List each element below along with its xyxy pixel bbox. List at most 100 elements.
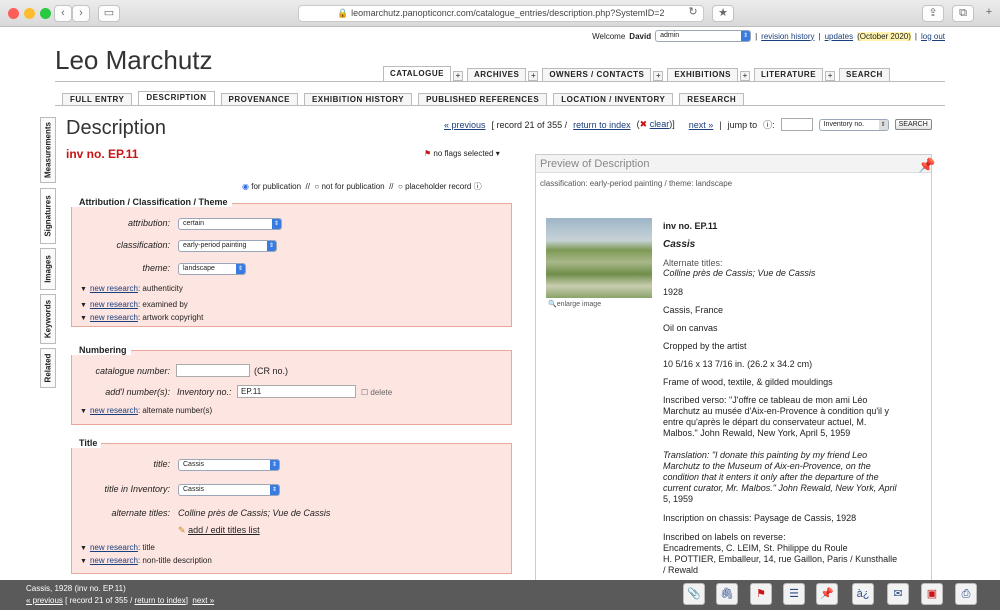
footer-previous-link[interactable]: « previous bbox=[26, 596, 63, 605]
add-edit-titles-button[interactable]: ✎ add / edit titles list bbox=[178, 525, 260, 536]
return-index-link[interactable]: return to index bbox=[573, 120, 631, 130]
cr-label: (CR no.) bbox=[254, 366, 289, 376]
chevron-down-icon: ⇕ bbox=[267, 241, 276, 251]
share-icon[interactable]: ⇪ bbox=[922, 5, 944, 22]
subtab-description[interactable]: DESCRIPTION bbox=[138, 91, 215, 106]
preview-line: current curator, Mr. Malbos." John Rewal… bbox=[663, 483, 897, 493]
plus-icon[interactable]: + bbox=[528, 71, 539, 81]
inventory-no-value: EP.11 bbox=[241, 387, 262, 396]
side-tab-related[interactable]: Related bbox=[40, 348, 56, 388]
preview-line: Frame of wood, textile, & gilded mouldin… bbox=[663, 377, 833, 387]
radio-not-for-publication[interactable]: ○ bbox=[314, 182, 319, 191]
delete-checkbox[interactable]: ☐ delete bbox=[361, 388, 392, 397]
new-research-text: : examined by bbox=[137, 300, 188, 309]
new-research-row: ▼ new research: title bbox=[80, 543, 155, 552]
title-select[interactable]: Cassis ⇕ bbox=[178, 459, 280, 471]
plus-icon[interactable]: + bbox=[653, 71, 664, 81]
clear-link[interactable]: clear bbox=[650, 119, 670, 129]
footer-next-link[interactable]: next » bbox=[192, 596, 214, 605]
pin-icon[interactable]: 📌 bbox=[816, 583, 838, 605]
preview-line: Colline près de Cassis; Vue de Cassis bbox=[663, 268, 816, 278]
side-tab-measurements[interactable]: Measurements bbox=[40, 117, 56, 183]
logout-link[interactable]: log out bbox=[921, 32, 945, 41]
sidebar-icon[interactable]: ▭ bbox=[98, 5, 120, 22]
plus-icon[interactable]: + bbox=[825, 71, 836, 81]
attribution-label: attribution: bbox=[127, 218, 170, 228]
title-inventory-select[interactable]: Cassis ⇕ bbox=[178, 484, 280, 496]
email-icon[interactable]: ✉ bbox=[887, 583, 909, 605]
tab-literature[interactable]: LITERATURE bbox=[753, 68, 824, 81]
footer-return-link[interactable]: return to index bbox=[135, 596, 186, 605]
tab-search[interactable]: SEARCH bbox=[839, 68, 890, 81]
theme-select[interactable]: landscape ⇕ bbox=[178, 263, 246, 275]
new-research-link[interactable]: new research bbox=[90, 284, 138, 293]
placeholder-label: placeholder record bbox=[405, 182, 472, 191]
search-button[interactable]: SEARCH bbox=[894, 119, 932, 130]
forward-button[interactable]: › bbox=[72, 5, 90, 22]
classification-select[interactable]: early-period painting ⇕ bbox=[178, 240, 277, 252]
paperclip-icon[interactable]: 📎 bbox=[683, 583, 705, 605]
alternate-titles-value: Colline près de Cassis; Vue de Cassis bbox=[178, 508, 331, 518]
updates-link[interactable]: updates bbox=[825, 32, 853, 41]
jump-field-select[interactable]: Inventory no. ⇕ bbox=[818, 118, 889, 131]
print-icon[interactable]: ⎙ bbox=[955, 583, 977, 605]
tab-catalogue[interactable]: CATALOGUE bbox=[383, 66, 451, 81]
side-tab-signatures[interactable]: Signatures bbox=[40, 188, 56, 244]
tab-archives[interactable]: ARCHIVES bbox=[466, 68, 527, 81]
lock-icon: 🔒 bbox=[337, 8, 349, 18]
role-value: admin bbox=[660, 32, 680, 39]
preview-line: Marchutz au musée d'Aix-en-Provence à co… bbox=[663, 406, 890, 416]
save-icon[interactable]: ▣ bbox=[921, 583, 943, 605]
attachment-icon[interactable]: 🖇 bbox=[716, 583, 738, 605]
back-button[interactable]: ‹ bbox=[54, 5, 72, 22]
artwork-thumbnail[interactable] bbox=[546, 218, 652, 298]
title-inventory-value: Cassis bbox=[183, 486, 205, 493]
footer-record: [ record 21 of 355 / bbox=[65, 596, 133, 605]
flags-value: no flags selected bbox=[433, 149, 494, 158]
tabs-icon[interactable]: ⧉ bbox=[952, 5, 974, 22]
plus-icon[interactable]: + bbox=[452, 71, 463, 81]
bookmark-star-icon[interactable]: ★ bbox=[712, 5, 734, 22]
role-select[interactable]: admin ⇕ bbox=[655, 30, 752, 42]
divider bbox=[55, 105, 945, 106]
tab-owners-contacts[interactable]: OWNERS / CONTACTS bbox=[542, 68, 652, 81]
radio-placeholder[interactable]: ○ bbox=[398, 182, 403, 191]
catalogue-number-input[interactable] bbox=[176, 364, 250, 377]
new-research-link[interactable]: new research bbox=[90, 406, 138, 415]
radio-for-publication[interactable]: ◉ bbox=[242, 182, 249, 191]
preview-line: Alternate titles: bbox=[663, 258, 723, 268]
new-tab-icon[interactable]: + bbox=[982, 5, 996, 22]
preview-line: 5, 1959 bbox=[663, 494, 694, 504]
previous-link[interactable]: « previous bbox=[444, 120, 486, 130]
x-icon: ✖ bbox=[639, 119, 648, 129]
flags-select[interactable]: ⚑ no flags selected ▾ bbox=[424, 149, 500, 158]
address-bar[interactable]: 🔒 leomarchutz.panopticoncr.com/catalogue… bbox=[298, 5, 704, 22]
new-research-link[interactable]: new research bbox=[90, 556, 138, 565]
revision-history-link[interactable]: revision history bbox=[761, 32, 814, 41]
triangle-down-icon: ▼ bbox=[80, 408, 87, 415]
reload-icon[interactable]: ↻ bbox=[686, 5, 700, 22]
inventory-no-input[interactable]: EP.11 bbox=[237, 385, 356, 398]
help-icon[interactable]: ⓘ bbox=[474, 182, 482, 191]
title-section-title: Title bbox=[71, 438, 102, 448]
help-icon[interactable]: ⓘ: bbox=[763, 118, 775, 131]
tab-exhibitions[interactable]: EXHIBITIONS bbox=[667, 68, 738, 81]
title-inventory-label: title in Inventory: bbox=[104, 484, 170, 494]
attribution-select[interactable]: certain ⇕ bbox=[178, 218, 282, 230]
close-window-button[interactable] bbox=[8, 8, 19, 19]
spellcheck-icon[interactable]: à¿ bbox=[852, 583, 874, 605]
flag-icon[interactable]: ⚑ bbox=[750, 583, 772, 605]
new-research-link[interactable]: new research bbox=[90, 300, 138, 309]
jump-input[interactable] bbox=[780, 118, 813, 131]
zoom-window-button[interactable] bbox=[40, 8, 51, 19]
new-research-link[interactable]: new research bbox=[90, 543, 138, 552]
new-research-link[interactable]: new research bbox=[90, 313, 138, 322]
next-link[interactable]: next » bbox=[689, 120, 714, 130]
pin-icon[interactable]: 📌 bbox=[918, 157, 935, 174]
plus-icon[interactable]: + bbox=[739, 71, 750, 81]
enlarge-image-link[interactable]: 🔍enlarge image bbox=[548, 300, 601, 308]
side-tab-images[interactable]: Images bbox=[40, 248, 56, 290]
side-tab-keywords[interactable]: Keywords bbox=[40, 294, 56, 344]
minimize-window-button[interactable] bbox=[24, 8, 35, 19]
notes-icon[interactable]: ☰ bbox=[783, 583, 805, 605]
